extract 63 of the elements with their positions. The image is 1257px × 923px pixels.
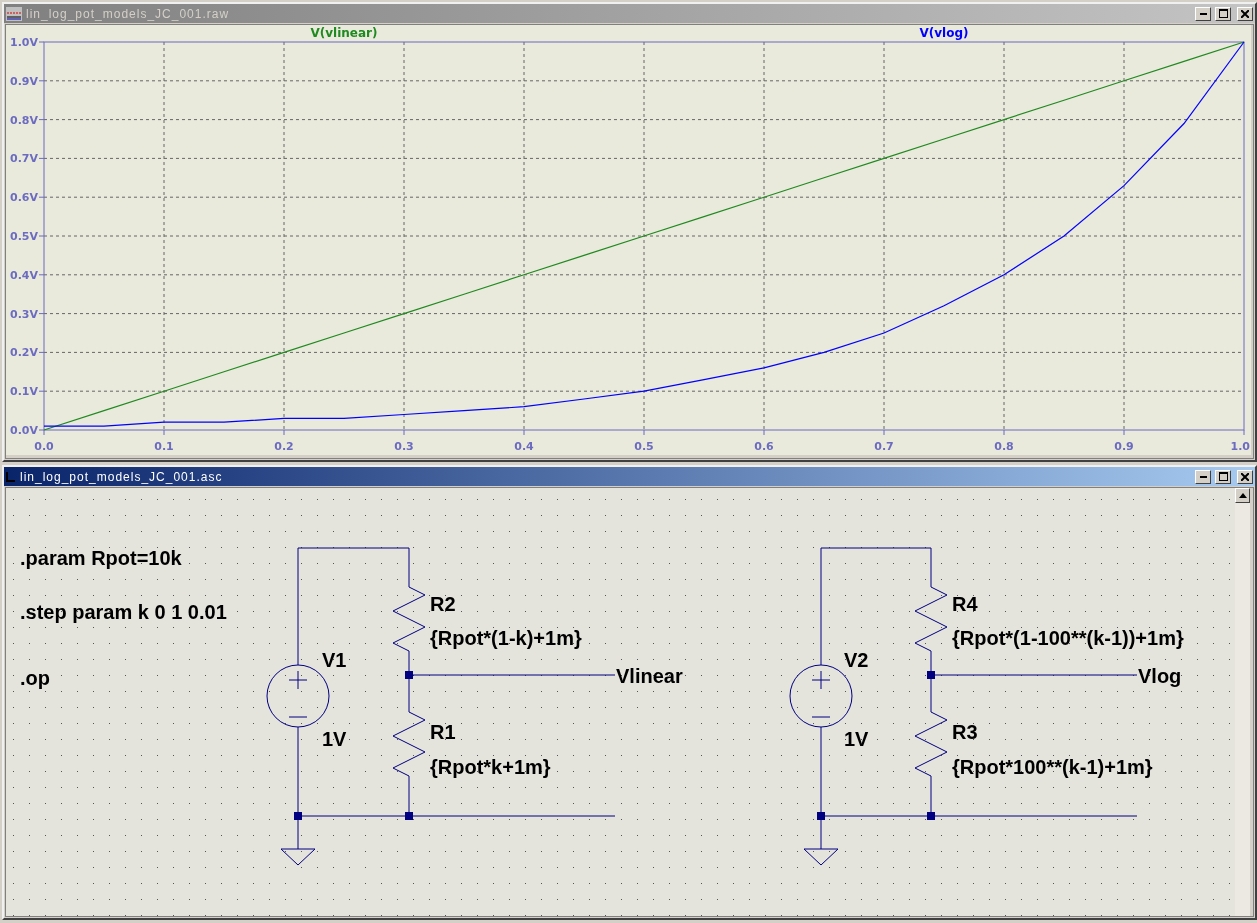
component-value: 1V	[844, 728, 869, 750]
ground-symbol	[803, 848, 839, 866]
x-axis-label: 0.2	[274, 440, 294, 453]
resistor-symbol	[392, 586, 426, 652]
x-axis-label: 0.9	[1114, 440, 1134, 453]
component-name: V2	[844, 649, 869, 671]
y-axis-label: 0.4V	[10, 268, 38, 282]
x-axis-label: 0.5	[634, 440, 654, 453]
y-axis-label: 0.8V	[10, 113, 38, 127]
cursor-icon	[6, 470, 16, 483]
component-value: {Rpot*(1-k)+1m}	[430, 627, 582, 649]
y-axis-label: 0.2V	[10, 346, 38, 360]
x-axis-label: 0.1	[154, 440, 174, 453]
x-axis-label: 0.8	[994, 440, 1014, 453]
component-name: V1	[322, 649, 347, 671]
x-axis-label: 0.3	[394, 440, 414, 453]
minimize-icon	[1199, 475, 1207, 478]
close-icon	[1241, 472, 1249, 481]
y-axis-label: 0.3V	[10, 307, 38, 321]
chart-icon	[6, 6, 22, 21]
spice-directive: .op	[20, 667, 50, 689]
spice-directive: .step param k 0 1 0.01	[20, 601, 227, 623]
y-axis-label: 1.0V	[10, 36, 38, 49]
y-axis-label: 0.1V	[10, 385, 38, 399]
scrollbar[interactable]	[1235, 488, 1250, 916]
ground-symbol	[280, 848, 316, 866]
component-name: R3	[952, 721, 978, 743]
maximize-icon	[1218, 472, 1228, 481]
net-label: Vlog	[1138, 665, 1182, 687]
x-axis-label: 0.0	[34, 440, 54, 453]
window-title: lin_log_pot_models_JC_001.asc	[20, 469, 224, 484]
x-axis-label: 0.4	[514, 440, 534, 453]
resistor-symbol	[914, 586, 948, 652]
component-value: {Rpot*(1-100**(k-1))+1m}	[952, 627, 1184, 649]
y-axis-label: 0.7V	[10, 152, 38, 166]
close-button[interactable]	[1237, 469, 1253, 484]
minimize-icon	[1199, 12, 1207, 15]
trace-legend: V(vlinear)	[310, 26, 378, 40]
maximize-icon	[1218, 9, 1228, 18]
x-axis-label: 0.7	[874, 440, 894, 453]
up-arrow-icon	[1238, 493, 1247, 498]
window-title: lin_log_pot_models_JC_001.raw	[26, 6, 231, 21]
y-axis-label: 0.5V	[10, 230, 38, 243]
y-axis-label: 0.6V	[10, 191, 38, 205]
component-value: {Rpot*100**(k-1)+1m}	[952, 756, 1153, 778]
y-axis-label: 0.9V	[10, 74, 38, 88]
spice-directive: .param Rpot=10k	[20, 547, 182, 569]
component-name: R1	[430, 721, 456, 743]
minimize-button[interactable]	[1195, 469, 1211, 484]
component-name: R2	[430, 593, 456, 615]
component-name: R4	[952, 593, 978, 615]
close-icon	[1241, 9, 1249, 18]
x-axis-label: 1.0	[1230, 440, 1250, 453]
resistor-symbol	[392, 711, 426, 777]
component-value: 1V	[322, 728, 347, 750]
x-axis-label: 0.6	[754, 440, 774, 453]
y-axis-label: 0.0V	[10, 424, 38, 437]
resistor-symbol	[914, 711, 948, 777]
trace-legend: V(vlog)	[919, 26, 969, 40]
net-label: Vlinear	[616, 665, 683, 687]
component-value: {Rpot*k+1m}	[430, 756, 551, 778]
scroll-up-button[interactable]	[1235, 488, 1250, 503]
maximize-button[interactable]	[1215, 469, 1231, 484]
